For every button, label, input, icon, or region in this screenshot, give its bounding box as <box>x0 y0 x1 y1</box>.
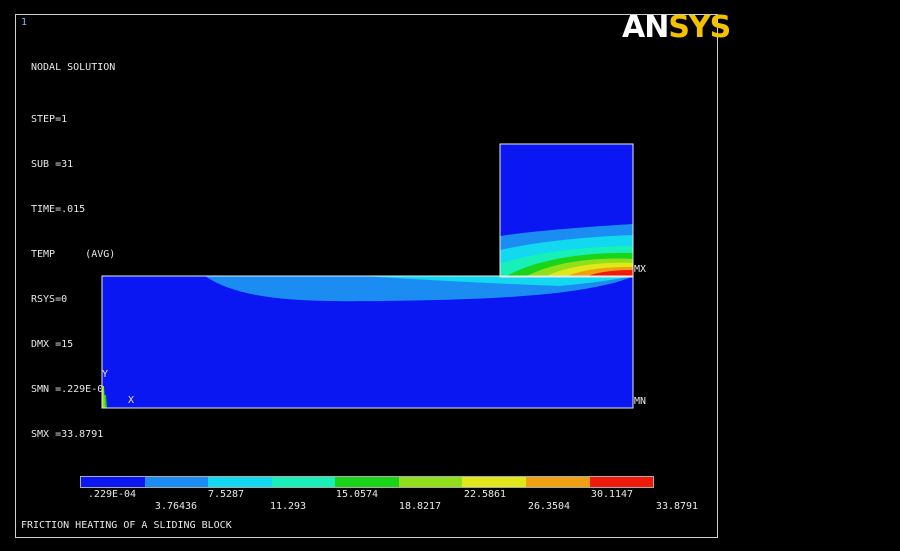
legend-tick: 18.8217 <box>398 501 442 512</box>
base-body <box>102 276 633 408</box>
legend-tick: 3.76436 <box>154 501 198 512</box>
legend-swatch <box>335 477 399 487</box>
plot-footer-title: FRICTION HEATING OF A SLIDING BLOCK <box>21 520 232 531</box>
legend-swatch <box>398 477 463 487</box>
legend-tick: .229E-04 <box>87 489 137 500</box>
block-body <box>500 144 633 277</box>
legend-swatch <box>208 477 272 487</box>
legend-tick: 15.0574 <box>335 489 379 500</box>
legend-swatch <box>462 477 526 487</box>
legend-swatch <box>589 477 654 487</box>
legend-swatch <box>525 477 590 487</box>
legend-tick: 11.293 <box>269 501 307 512</box>
max-marker: MX <box>634 264 647 275</box>
contour-plot <box>101 143 634 409</box>
legend-tick: 33.8791 <box>655 501 699 512</box>
legend-tick: 26.3504 <box>527 501 571 512</box>
legend-swatch <box>144 477 209 487</box>
min-marker: MN <box>634 396 647 407</box>
legend-tick: 30.1147 <box>590 489 634 500</box>
axis-y-label: Y <box>102 369 109 380</box>
legend-swatch <box>271 477 336 487</box>
color-legend-bar <box>80 476 654 488</box>
graphics-window: 1 NODAL SOLUTION STEP=1 SUB =31 TIME=.01… <box>0 0 900 551</box>
legend-tick: 7.5287 <box>207 489 245 500</box>
axis-x-label: X <box>128 395 135 406</box>
legend-tick: 22.5861 <box>463 489 507 500</box>
legend-swatch <box>81 477 145 487</box>
